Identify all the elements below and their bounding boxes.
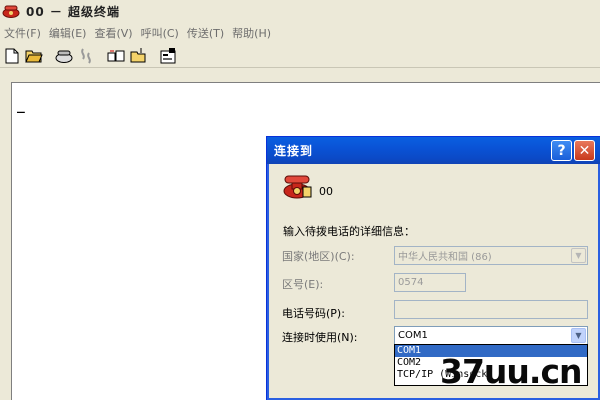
phone-number-label: 电话号码(P):: [282, 307, 345, 320]
menu-view[interactable]: 查看(V): [92, 25, 138, 41]
properties-icon[interactable]: [158, 46, 178, 66]
send-icon[interactable]: [106, 46, 126, 66]
area-code-value: 0574: [398, 277, 424, 288]
country-value: 中华人民共和国 (86): [398, 252, 492, 263]
window-title: 00 － 超级终端: [26, 4, 121, 19]
phone-number-field[interactable]: [394, 300, 588, 319]
site-watermark: 37uu.cn: [440, 352, 582, 391]
chevron-down-icon: ▼: [571, 248, 586, 263]
connection-name: 00: [319, 185, 333, 198]
new-icon[interactable]: [2, 46, 22, 66]
country-select: 中华人民共和国 (86) ▼: [394, 246, 588, 265]
connect-using-label: 连接时使用(N):: [282, 331, 358, 344]
area-code-label: 区号(E):: [282, 278, 324, 291]
toolbar: [0, 44, 600, 68]
menu-file[interactable]: 文件(F): [2, 25, 47, 41]
menu-call[interactable]: 呼叫(C): [139, 25, 185, 41]
connect-using-value: COM1: [398, 330, 428, 341]
main-title-bar[interactable]: 00 － 超级终端: [0, 0, 600, 22]
dialog-prompt: 输入待拨电话的详细信息：: [283, 225, 415, 238]
dialog-title: 连接到: [274, 144, 314, 158]
country-label: 国家(地区)(C):: [282, 250, 355, 263]
hyperterminal-app-icon[interactable]: [2, 4, 20, 18]
menu-bar: 文件(F) 编辑(E) 查看(V) 呼叫(C) 传送(T) 帮助(H): [0, 23, 600, 43]
text-cursor: _: [17, 99, 25, 114]
receive-icon[interactable]: [128, 46, 148, 66]
menu-edit[interactable]: 编辑(E): [47, 25, 93, 41]
phone-icon: [282, 173, 312, 199]
chevron-down-icon[interactable]: ▼: [571, 328, 586, 343]
open-icon[interactable]: [24, 46, 44, 66]
menu-transfer[interactable]: 传送(T): [185, 25, 230, 41]
dial-icon[interactable]: [54, 46, 74, 66]
close-button[interactable]: ✕: [574, 140, 595, 161]
connect-using-select[interactable]: COM1 ▼: [394, 326, 588, 345]
disconnect-icon[interactable]: [76, 46, 96, 66]
area-code-field: 0574: [394, 273, 466, 292]
help-button[interactable]: ?: [551, 140, 572, 161]
menu-help[interactable]: 帮助(H): [230, 25, 277, 41]
